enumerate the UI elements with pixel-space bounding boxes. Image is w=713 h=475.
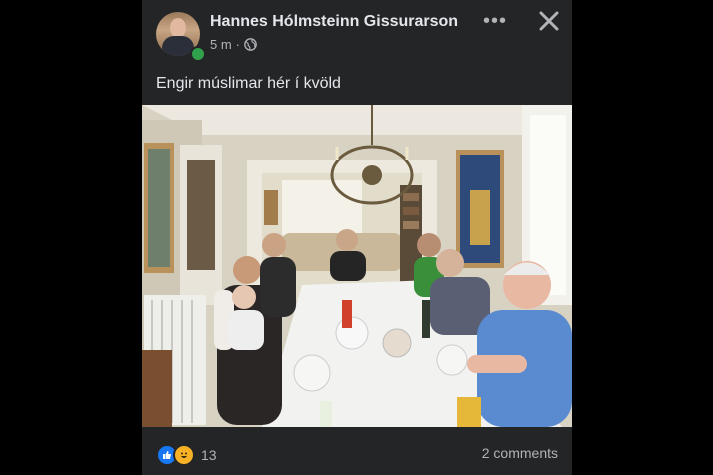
reaction-count: 13: [201, 447, 217, 463]
post-caption: Engir múslimar hér í kvöld: [156, 75, 341, 92]
dinner-photo-drawing: [142, 105, 572, 427]
post-footer: 13 2 comments: [142, 427, 572, 475]
meta-separator: ·: [235, 37, 241, 52]
dinner-photo[interactable]: [142, 105, 572, 427]
reaction-summary[interactable]: 13: [156, 444, 217, 466]
haha-reaction-icon: [173, 444, 195, 466]
post-card: Hannes Hólmsteinn Gissurarson 5 m · ••• …: [142, 0, 572, 475]
post-time[interactable]: 5 m: [210, 37, 232, 52]
comments-link[interactable]: 2 comments: [482, 445, 558, 461]
post-meta: 5 m ·: [210, 37, 257, 52]
online-status-dot: [190, 46, 206, 62]
globe-icon[interactable]: [244, 38, 257, 51]
author-name[interactable]: Hannes Hólmsteinn Gissurarson: [210, 13, 458, 31]
close-icon[interactable]: [536, 8, 562, 34]
more-options-button[interactable]: •••: [482, 10, 508, 32]
